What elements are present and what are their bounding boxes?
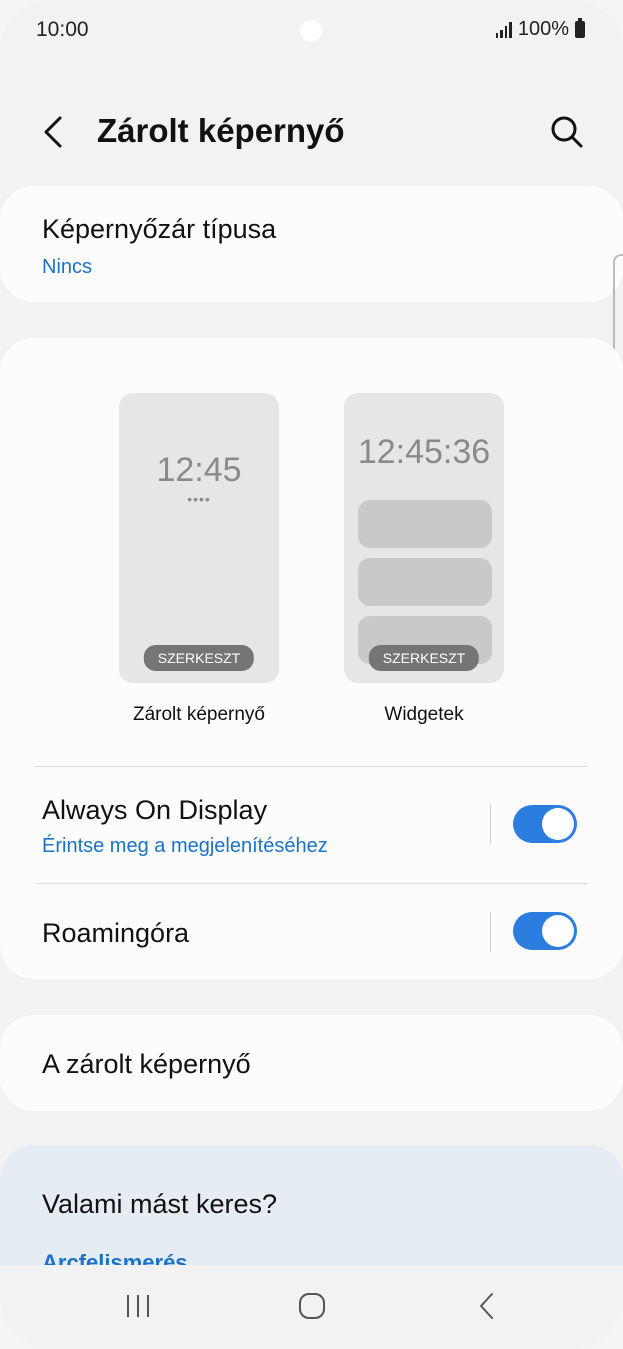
- preview-clock: 12:45: [156, 451, 242, 489]
- battery-icon: [575, 18, 585, 38]
- about-lock-screen-card[interactable]: A zárolt képernyő: [0, 1015, 623, 1111]
- aod-toggle[interactable]: [513, 805, 577, 843]
- app-header: Zárolt képernyő: [0, 100, 623, 164]
- chevron-left-icon: [44, 116, 62, 148]
- aod-label: Always On Display: [42, 795, 268, 825]
- screen: 10:00 100% Zárolt képernyő Képernyőzár t…: [0, 0, 623, 1349]
- about-lock-screen-label: A zárolt képernyő: [42, 1049, 251, 1079]
- preview-dots: ••••: [187, 491, 211, 507]
- search-icon: [551, 116, 583, 148]
- widget-placeholder: [358, 500, 492, 548]
- lock-type-card[interactable]: Képernyőzár típusa Nincs: [0, 186, 623, 302]
- back-button[interactable]: [36, 112, 72, 152]
- roaming-clock-label: Roamingóra: [42, 918, 190, 948]
- widgets-preview-caption: Widgetek: [384, 704, 464, 725]
- lock-type-label: Képernyőzár típusa: [42, 214, 277, 244]
- status-icons: 100%: [495, 18, 585, 41]
- widgets-preview[interactable]: 12:45:36 SZERKESZT: [344, 393, 504, 683]
- edit-lock-screen-button[interactable]: SZERKESZT: [143, 645, 255, 671]
- lock-screen-settings-card: 12:45 •••• SZERKESZT Zárolt képernyő 12:…: [0, 338, 623, 979]
- status-time: 10:00: [36, 18, 89, 41]
- suggestion-link[interactable]: Arcfelismerés: [42, 1250, 188, 1265]
- navigation-bar: [0, 1265, 623, 1349]
- battery-percent: 100%: [517, 18, 569, 40]
- lock-type-value: Nincs: [42, 256, 93, 278]
- divider: [35, 766, 588, 767]
- vertical-separator: [490, 912, 491, 952]
- vertical-separator: [490, 804, 491, 844]
- home-icon: [299, 1293, 325, 1319]
- widgets-clock: 12:45:36: [357, 433, 491, 471]
- signal-icon: [495, 21, 512, 38]
- camera-cutout: [300, 20, 322, 42]
- lock-screen-preview-caption: Zárolt képernyő: [132, 704, 265, 725]
- suggestion-card: Valami mást keres? Arcfelismerés: [0, 1145, 623, 1265]
- edit-widgets-button[interactable]: SZERKESZT: [368, 645, 480, 671]
- search-button[interactable]: [547, 112, 587, 152]
- home-button[interactable]: [292, 1287, 332, 1327]
- lock-screen-preview[interactable]: 12:45 •••• SZERKESZT: [119, 393, 279, 683]
- recent-apps-icon: [127, 1295, 149, 1317]
- divider: [35, 883, 588, 884]
- back-nav-button[interactable]: [468, 1287, 508, 1327]
- status-bar: 10:00 100%: [0, 0, 623, 64]
- recent-apps-button[interactable]: [118, 1287, 158, 1327]
- roaming-clock-toggle[interactable]: [513, 912, 577, 950]
- suggestion-question: Valami mást keres?: [42, 1189, 278, 1219]
- back-icon: [480, 1293, 493, 1319]
- page-title: Zárolt képernyő: [97, 112, 345, 149]
- aod-sub: Érintse meg a megjelenítéséhez: [42, 835, 328, 857]
- widget-placeholder: [358, 558, 492, 606]
